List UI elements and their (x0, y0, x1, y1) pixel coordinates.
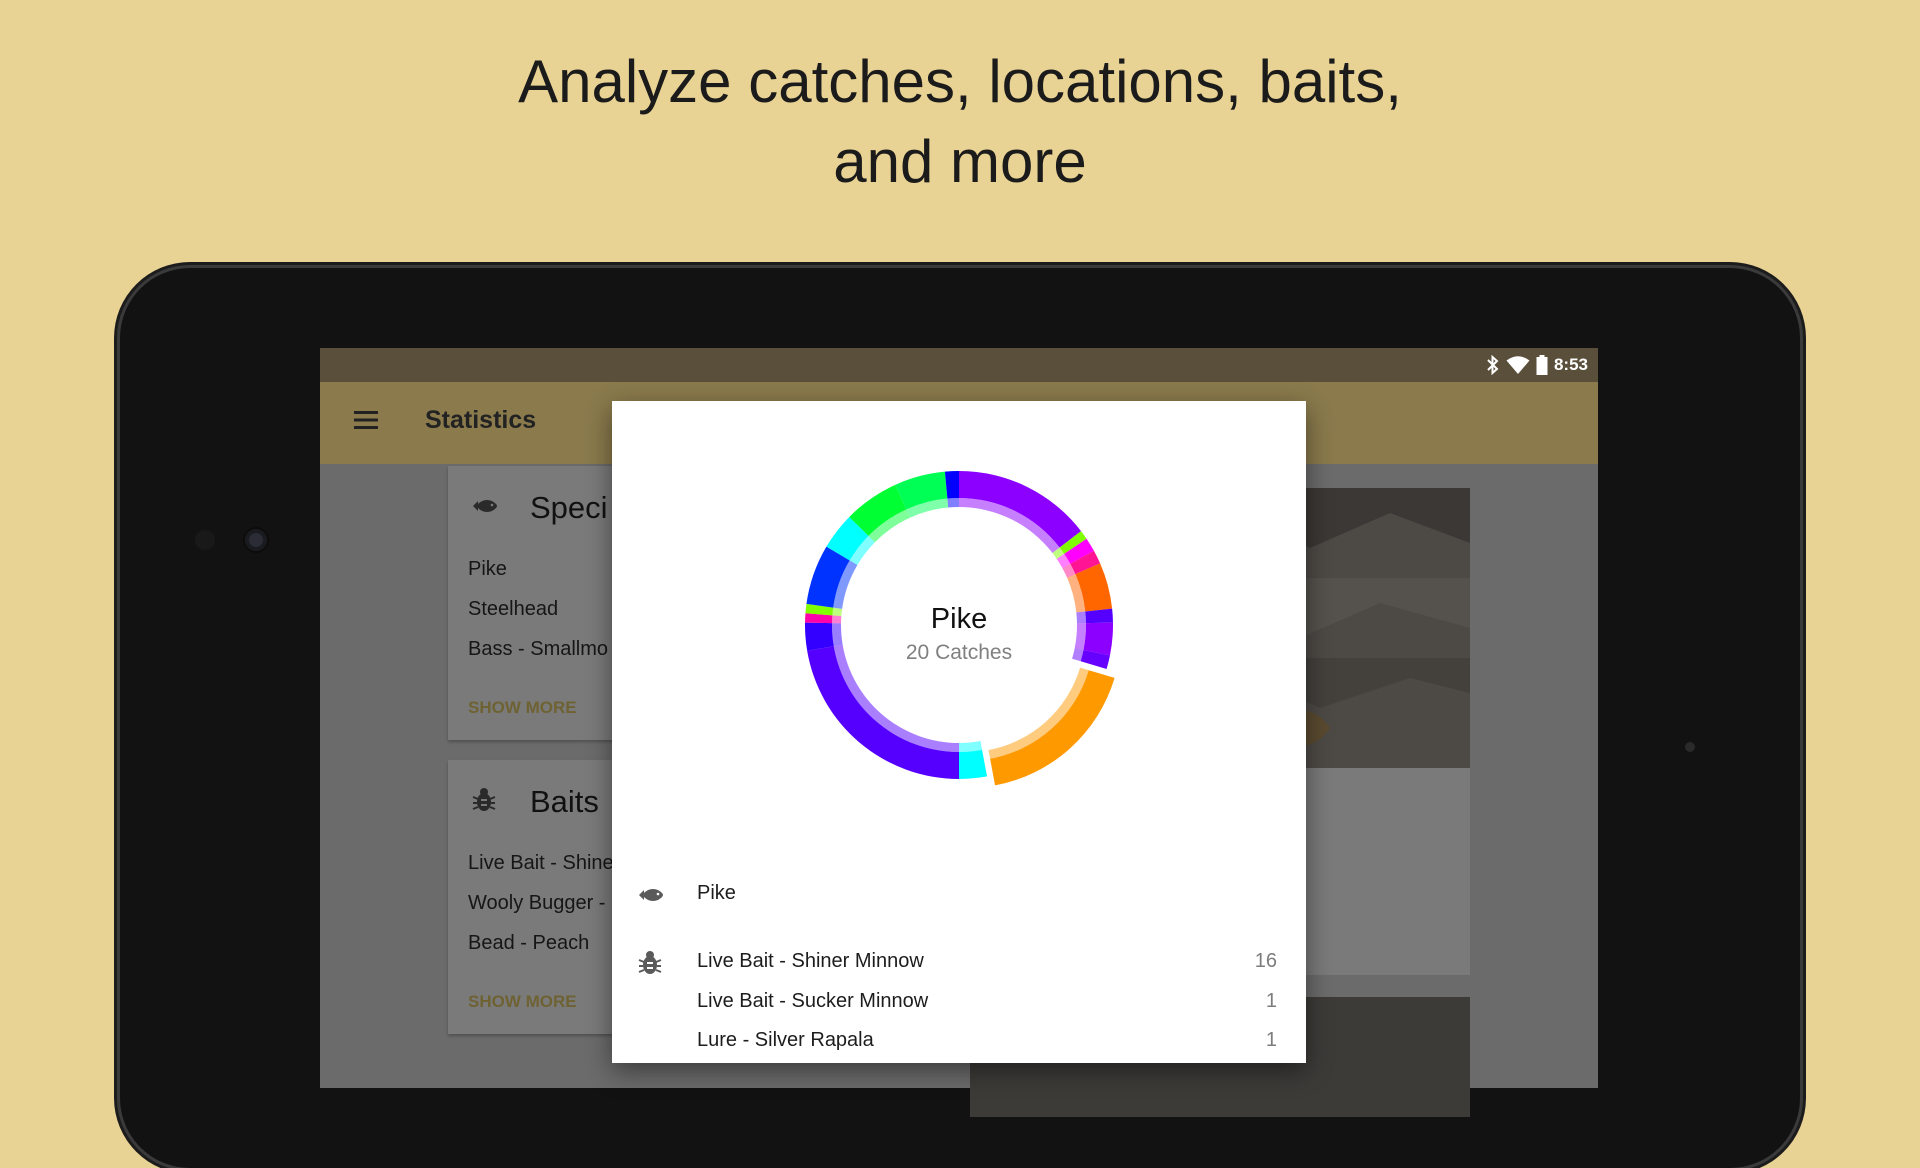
bait-row[interactable]: Lure - Silver Rapala 1 (697, 1029, 1277, 1052)
status-time: 8:53 (1553, 355, 1588, 374)
bug-icon (472, 788, 496, 811)
species-item[interactable]: Steelhead (468, 598, 558, 621)
species-card-title: Speci (530, 490, 608, 525)
bait-row[interactable]: Live Bait - Sucker Minnow 1 (697, 990, 1277, 1013)
bait-name: Live Bait - Shiner Minnow (697, 950, 924, 972)
headline-line-2: and more (833, 128, 1087, 195)
status-icons: 8:53 (1486, 353, 1588, 377)
baits-card-title: Baits (530, 784, 599, 819)
chart-center-subtitle: 20 Catches (906, 641, 1012, 664)
bluetooth-icon (1487, 355, 1499, 375)
species-item[interactable]: Pike (468, 558, 507, 581)
headline-line-1: Analyze catches, locations, baits, (518, 48, 1402, 115)
catches-dialog: Pike 20 Catches Pike Live Bait - Shiner … (612, 401, 1306, 1063)
bait-item[interactable]: Wooly Bugger - (468, 892, 605, 915)
bait-row[interactable]: Live Bait - Shiner Minnow 16 (697, 950, 1277, 973)
bait-item[interactable]: Bead - Peach (468, 932, 589, 955)
bait-count: 16 (1254, 950, 1277, 972)
bait-count: 1 (1265, 1029, 1277, 1051)
battery-icon (1536, 355, 1548, 375)
camera-dot (195, 530, 215, 550)
menu-icon[interactable] (354, 408, 378, 432)
bug-icon (638, 951, 662, 974)
fish-icon (639, 889, 663, 901)
headline: Analyze catches, locations, baits, and m… (0, 42, 1920, 202)
page-title: Statistics (425, 406, 537, 434)
status-bar: 8:53 (320, 348, 1598, 382)
bait-name: Live Bait - Sucker Minnow (697, 990, 929, 1012)
fish-icon (473, 500, 497, 512)
pie-slice[interactable] (959, 741, 988, 779)
camera-lens (245, 529, 267, 551)
species-show-more-button[interactable]: SHOW MORE (468, 698, 577, 718)
chart-center-title: Pike (931, 603, 987, 635)
wifi-icon (1506, 356, 1530, 374)
sensor-dot (1685, 742, 1695, 752)
bait-item[interactable]: Live Bait - Shine (468, 852, 614, 875)
species-item[interactable]: Bass - Smallmo (468, 638, 608, 661)
dialog-species-label: Pike (697, 882, 736, 904)
baits-show-more-button[interactable]: SHOW MORE (468, 992, 577, 1012)
catches-donut-chart[interactable]: Pike 20 Catches (612, 401, 1306, 851)
pie-slice[interactable] (988, 667, 1115, 786)
bait-name: Lure - Silver Rapala (697, 1029, 874, 1051)
bait-count: 1 (1265, 990, 1277, 1012)
pie-slice[interactable] (807, 644, 959, 779)
pie-slice[interactable] (959, 471, 1082, 554)
